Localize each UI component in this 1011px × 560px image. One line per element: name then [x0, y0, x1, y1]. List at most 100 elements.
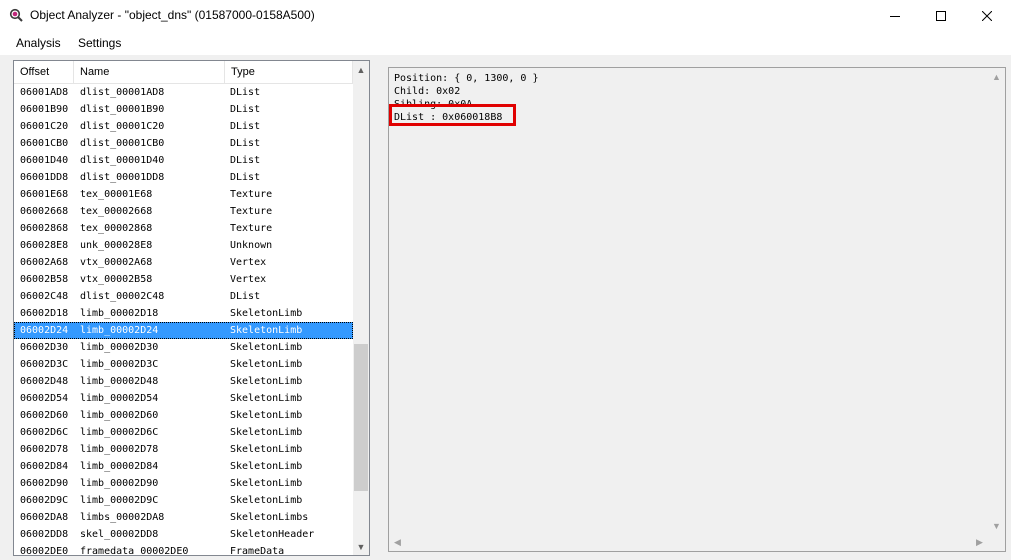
detail-scroll-up-icon[interactable]: ▲ [988, 68, 1005, 85]
cell-offset: 06002D60 [20, 410, 69, 421]
table-row[interactable]: 06001D40 dlist_00001D40 DList [14, 152, 353, 169]
table-row[interactable]: 06001CB0 dlist_00001CB0 DList [14, 135, 353, 152]
cell-offset: 06002A68 [20, 257, 69, 268]
menu-analysis[interactable]: Analysis [16, 36, 61, 50]
cell-offset: 06001AD8 [20, 87, 69, 98]
detail-horizontal-scrollbar[interactable]: ◀ ▶ [389, 534, 988, 551]
cell-name: limbs_00002DA8 [80, 512, 165, 523]
object-list[interactable]: Offset Name Type 06001AD8 dlist_00001AD8 D… [13, 60, 370, 556]
detail-line: Position: { 0, 1300, 0 } [394, 73, 539, 84]
table-row[interactable]: 06002DE0 framedata_00002DE0 FrameData [14, 543, 353, 555]
cell-name: limb_00002D84 [80, 461, 159, 472]
table-row[interactable]: 06002D48 limb_00002D48 SkeletonLimb [14, 373, 353, 390]
cell-offset: 06002D54 [20, 393, 69, 404]
cell-offset: 06001E68 [20, 189, 69, 200]
detail-scroll-right-icon[interactable]: ▶ [971, 534, 988, 551]
cell-name: vtx_00002A68 [80, 257, 153, 268]
detail-vertical-scrollbar[interactable]: ▲ ▼ [988, 68, 1005, 534]
cell-offset: 06002D90 [20, 478, 69, 489]
table-row[interactable]: 06001AD8 dlist_00001AD8 DList [14, 84, 353, 101]
detail-line: Sibling: 0x0A [394, 99, 473, 110]
cell-type: SkeletonLimb [230, 410, 303, 421]
scroll-down-arrow-icon[interactable]: ▼ [353, 538, 369, 555]
table-row[interactable]: 060028E8 unk_000028E8 Unknown [14, 237, 353, 254]
cell-type: SkeletonLimb [230, 325, 303, 336]
title-bar[interactable]: Object Analyzer - "object_dns" (01587000… [0, 0, 1011, 31]
table-row[interactable]: 06002D9C limb_00002D9C SkeletonLimb [14, 492, 353, 509]
cell-name: tex_00002668 [80, 206, 153, 217]
detail-text-panel[interactable]: Position: { 0, 1300, 0 } Child: 0x02 Sibli… [388, 67, 1006, 552]
cell-offset: 06001D40 [20, 155, 69, 166]
cell-name: unk_000028E8 [80, 240, 153, 251]
cell-offset: 06001B90 [20, 104, 69, 115]
table-row[interactable]: 06001E68 tex_00001E68 Texture [14, 186, 353, 203]
cell-type: SkeletonLimb [230, 359, 303, 370]
minimize-button[interactable] [872, 0, 918, 31]
cell-type: SkeletonLimb [230, 461, 303, 472]
table-row[interactable]: 06002C48 dlist_00002C48 DList [14, 288, 353, 305]
cell-name: tex_00002868 [80, 223, 153, 234]
table-row[interactable]: 06002D30 limb_00002D30 SkeletonLimb [14, 339, 353, 356]
table-row[interactable]: 06002D84 limb_00002D84 SkeletonLimb [14, 458, 353, 475]
cell-type: SkeletonLimb [230, 444, 303, 455]
column-header-offset[interactable]: Offset [14, 61, 74, 83]
cell-type: SkeletonLimbs [230, 512, 309, 523]
cell-offset: 06002D9C [20, 495, 69, 506]
table-row[interactable]: 06002D54 limb_00002D54 SkeletonLimb [14, 390, 353, 407]
table-row[interactable]: 06001B90 dlist_00001B90 DList [14, 101, 353, 118]
table-row[interactable]: 06002DD8 skel_00002DD8 SkeletonHeader [14, 526, 353, 543]
cell-offset: 06002668 [20, 206, 69, 217]
cell-offset: 06002DA8 [20, 512, 69, 523]
window-title: Object Analyzer - "object_dns" (01587000… [30, 8, 315, 22]
table-row[interactable]: 06002D6C limb_00002D6C SkeletonLimb [14, 424, 353, 441]
scrollbar-thumb[interactable] [354, 344, 368, 491]
table-row[interactable]: 06002D3C limb_00002D3C SkeletonLimb [14, 356, 353, 373]
cell-offset: 060028E8 [20, 240, 69, 251]
table-row[interactable]: 06002D78 limb_00002D78 SkeletonLimb [14, 441, 353, 458]
scroll-up-arrow-icon[interactable]: ▲ [353, 61, 369, 78]
cell-type: DList [230, 87, 261, 98]
list-vertical-scrollbar[interactable]: ▲ ▼ [353, 61, 369, 555]
table-row[interactable]: 06002D24 limb_00002D24 SkeletonLimb [14, 322, 353, 339]
cell-name: skel_00002DD8 [80, 529, 159, 540]
cell-name: vtx_00002B58 [80, 274, 153, 285]
cell-name: limb_00002D9C [80, 495, 159, 506]
close-icon [982, 10, 992, 21]
table-row[interactable]: 06002A68 vtx_00002A68 Vertex [14, 254, 353, 271]
cell-type: Texture [230, 206, 273, 217]
cell-name: dlist_00001AD8 [80, 87, 165, 98]
cell-name: limb_00002D78 [80, 444, 159, 455]
table-row[interactable]: 06001C20 dlist_00001C20 DList [14, 118, 353, 135]
table-row[interactable]: 06002DA8 limbs_00002DA8 SkeletonLimbs [14, 509, 353, 526]
cell-type: SkeletonLimb [230, 478, 303, 489]
detail-scroll-left-icon[interactable]: ◀ [389, 534, 406, 551]
table-row[interactable]: 06002668 tex_00002668 Texture [14, 203, 353, 220]
table-row[interactable]: 06002B58 vtx_00002B58 Vertex [14, 271, 353, 288]
minimize-icon [890, 15, 900, 17]
table-row[interactable]: 06002D60 limb_00002D60 SkeletonLimb [14, 407, 353, 424]
detail-scroll-down-icon[interactable]: ▼ [988, 517, 1005, 534]
cell-name: limb_00002D60 [80, 410, 159, 421]
cell-offset: 06002DE0 [20, 546, 69, 555]
cell-offset: 06001CB0 [20, 138, 69, 149]
table-row[interactable]: 06002868 tex_00002868 Texture [14, 220, 353, 237]
menu-settings[interactable]: Settings [78, 36, 121, 50]
cell-type: DList [230, 172, 261, 183]
detail-text: Position: { 0, 1300, 0 } Child: 0x02 Sibli… [394, 72, 539, 124]
column-header-name[interactable]: Name [74, 61, 225, 83]
table-row[interactable]: 06002D90 limb_00002D90 SkeletonLimb [14, 475, 353, 492]
cell-offset: 06002DD8 [20, 529, 69, 540]
cell-type: SkeletonLimb [230, 308, 303, 319]
cell-name: dlist_00001C20 [80, 121, 165, 132]
column-header-type[interactable]: Type [225, 61, 353, 83]
cell-offset: 06002C48 [20, 291, 69, 302]
cell-type: DList [230, 104, 261, 115]
maximize-button[interactable] [918, 0, 964, 31]
cell-type: SkeletonLimb [230, 342, 303, 353]
cell-name: limb_00002D6C [80, 427, 159, 438]
table-row[interactable]: 06002D18 limb_00002D18 SkeletonLimb [14, 305, 353, 322]
detail-line: Child: 0x02 [394, 86, 461, 97]
table-row[interactable]: 06001DD8 dlist_00001DD8 DList [14, 169, 353, 186]
close-button[interactable] [964, 0, 1010, 31]
cell-name: dlist_00001D40 [80, 155, 165, 166]
